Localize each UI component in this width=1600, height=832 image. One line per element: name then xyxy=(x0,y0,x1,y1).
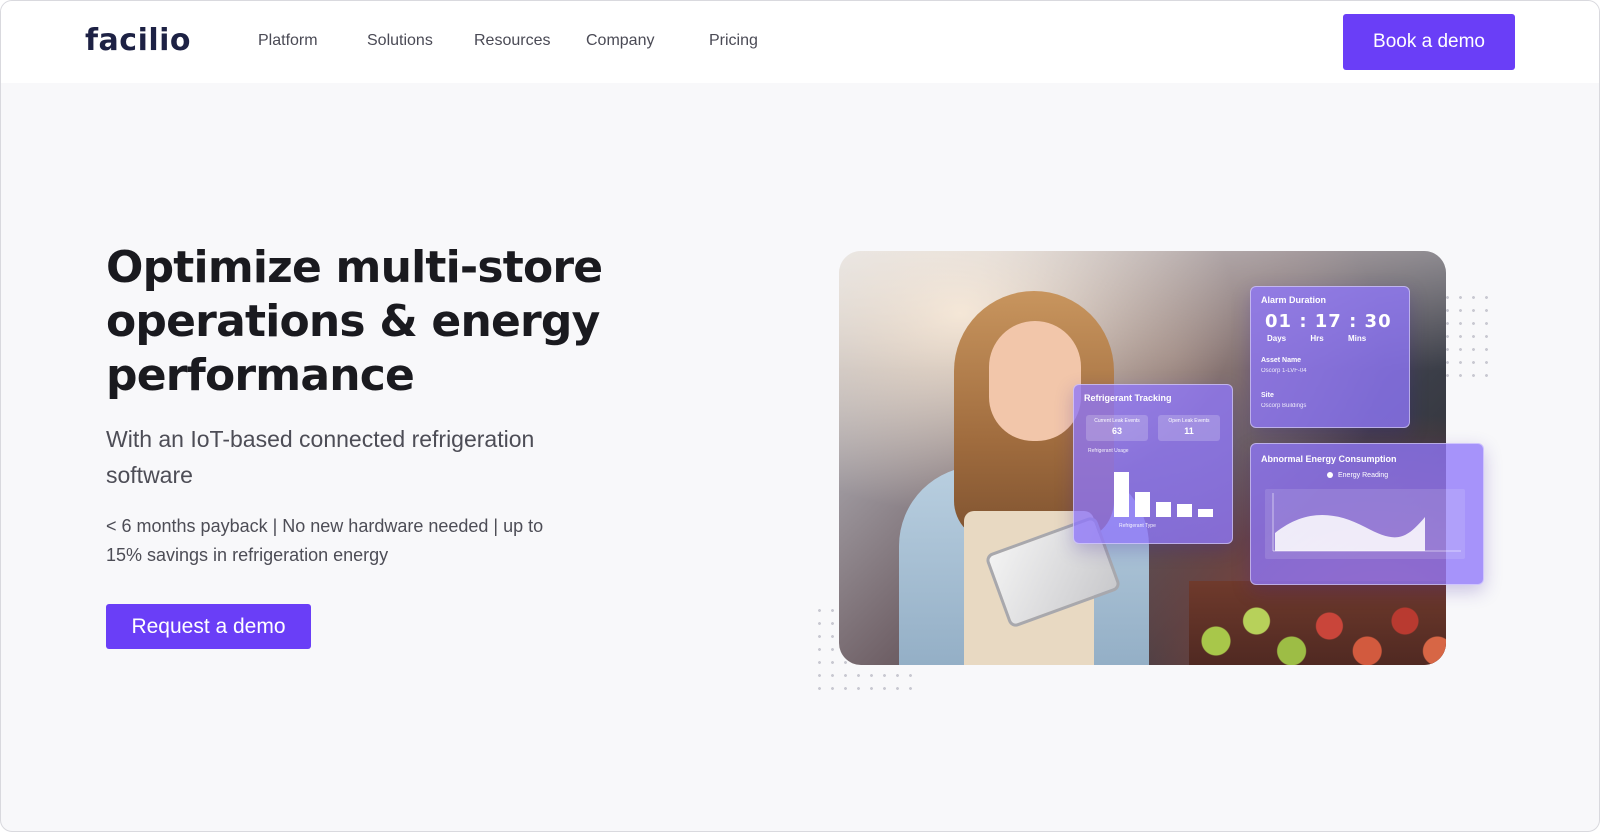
page-frame: facilio Platform Solutions Resources Com… xyxy=(0,0,1600,832)
asset-name-label: Asset Name xyxy=(1261,357,1302,364)
hero-title: Optimize multi-store operations & energy… xyxy=(106,242,603,401)
person-face xyxy=(989,321,1081,441)
dot-pattern-decoration xyxy=(1441,291,1491,381)
nav-item-pricing[interactable]: Pricing xyxy=(709,32,758,50)
alarm-duration-card: Alarm Duration 01 : 17 : 30 Days Hrs Min… xyxy=(1250,286,1410,428)
facilio-logo[interactable]: facilio xyxy=(85,23,191,58)
refrigerant-bar xyxy=(1177,504,1192,517)
open-leak-events: Open Leak Events 11 xyxy=(1158,415,1220,441)
alarm-time: 01 : 17 : 30 xyxy=(1265,311,1392,332)
open-leak-value: 11 xyxy=(1184,426,1194,436)
unit-hrs: Hrs xyxy=(1310,334,1324,343)
logo-text: facilio xyxy=(85,23,192,58)
book-demo-button[interactable]: Book a demo xyxy=(1343,14,1515,70)
energy-area-svg xyxy=(1272,493,1461,552)
request-demo-button[interactable]: Request a demo xyxy=(106,604,311,649)
nav-item-company[interactable]: Company xyxy=(586,32,654,50)
hero-subtitle: With an IoT-based connected refrigeratio… xyxy=(106,426,535,488)
legend-label: Energy Reading xyxy=(1338,472,1389,479)
nav-item-solutions[interactable]: Solutions xyxy=(367,32,433,50)
energy-legend: Energy Reading xyxy=(1327,472,1388,479)
alarm-card-title: Alarm Duration xyxy=(1261,295,1327,305)
top-navigation: facilio Platform Solutions Resources Com… xyxy=(1,1,1599,83)
refrigerant-usage-label: Refrigerant Usage xyxy=(1088,448,1129,454)
nav-item-platform[interactable]: Platform xyxy=(258,32,318,50)
nav-item-resources[interactable]: Resources xyxy=(474,32,550,50)
produce-display xyxy=(1189,581,1446,665)
unit-mins: Mins xyxy=(1347,334,1367,343)
refrigerant-bar xyxy=(1135,492,1150,517)
site-label: Site xyxy=(1261,392,1274,399)
legend-dot-icon xyxy=(1327,472,1333,479)
open-leak-label: Open Leak Events xyxy=(1168,418,1210,424)
energy-area-chart xyxy=(1265,489,1465,559)
current-leak-label: Current Leak Events xyxy=(1094,418,1140,424)
unit-days: Days xyxy=(1267,334,1287,343)
hero-benefits: < 6 months payback | No new hardware nee… xyxy=(106,516,544,565)
refrigerant-bar xyxy=(1156,502,1171,517)
energy-card-title: Abnormal Energy Consumption xyxy=(1261,454,1397,464)
refrigerant-bar xyxy=(1198,509,1213,517)
abnormal-energy-card: Abnormal Energy Consumption Energy Readi… xyxy=(1250,443,1484,585)
current-leak-events: Current Leak Events 63 xyxy=(1086,415,1148,441)
site-value: Oscorp Buildings xyxy=(1261,403,1307,409)
refrigerant-card-title: Refrigerant Tracking xyxy=(1084,393,1172,403)
alarm-units: Days Hrs Mins xyxy=(1267,334,1388,343)
current-leak-value: 63 xyxy=(1111,426,1122,436)
refrigerant-tracking-card: Refrigerant Tracking Current Leak Events… xyxy=(1073,384,1233,544)
refrigerant-bar xyxy=(1114,472,1129,517)
asset-name-value: Oscorp 1-LVF-04 xyxy=(1261,368,1307,374)
refrigerant-axis-label: Refrigerant Type xyxy=(1119,523,1156,529)
